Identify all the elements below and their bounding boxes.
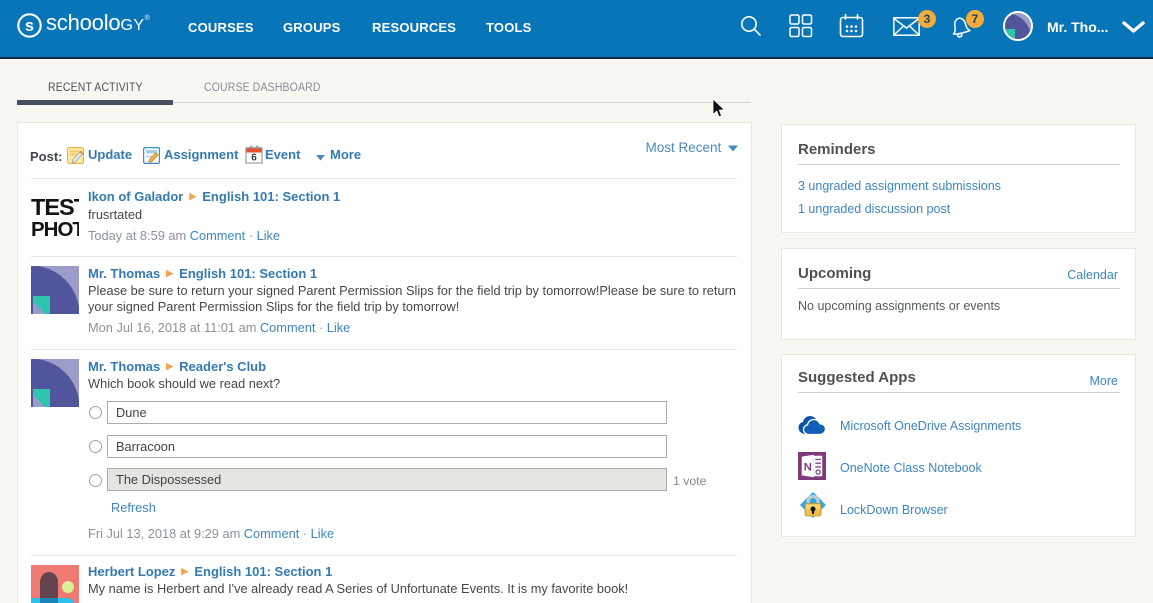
- svg-text:N: N: [804, 462, 812, 474]
- svg-text:6: 6: [251, 152, 257, 163]
- svg-text:s: s: [25, 17, 34, 35]
